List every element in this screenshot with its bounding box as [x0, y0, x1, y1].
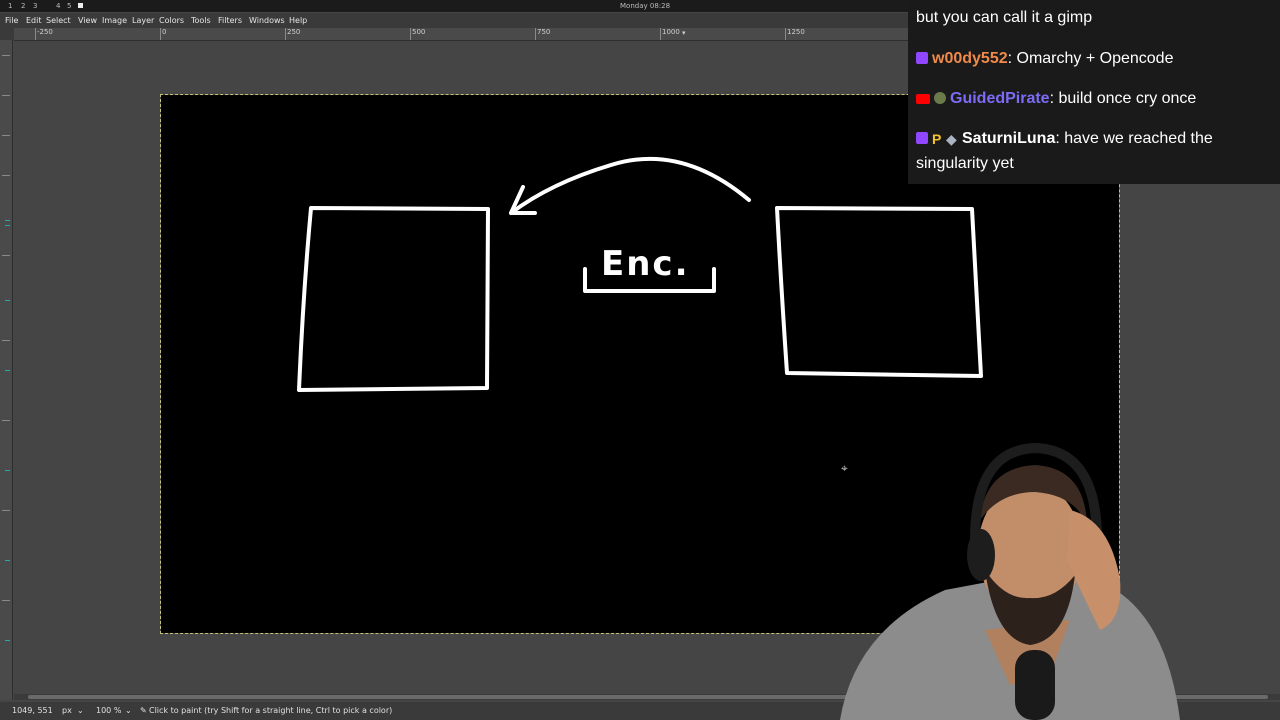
ruler-label: -250 — [37, 28, 53, 36]
chat-overlay: but you can call it a gimp w00dy552: Oma… — [908, 0, 1280, 184]
twitch-icon — [916, 52, 928, 64]
menu-image[interactable]: Image — [102, 13, 127, 28]
menu-help[interactable]: Help — [289, 13, 307, 28]
chat-message: P ◆ SaturniLuna: have we reached the singu… — [916, 126, 1213, 176]
arc-arrow-stroke — [509, 156, 751, 215]
menu-view[interactable]: View — [78, 13, 97, 28]
menu-tools[interactable]: Tools — [191, 13, 211, 28]
menu-edit[interactable]: Edit — [26, 13, 42, 28]
ruler-label: 1000 — [662, 28, 680, 36]
youtube-icon — [916, 94, 930, 104]
active-workspace-indicator — [78, 3, 83, 8]
chat-message: but you can call it a gimp — [916, 5, 1092, 30]
webcam-overlay — [840, 442, 1180, 720]
zoom-select[interactable]: 100 % — [96, 702, 121, 720]
ruler-label: 1250 — [787, 28, 805, 36]
status-hint: Click to paint (try Shift for a straight… — [149, 706, 393, 715]
ruler-label: 500 — [412, 28, 426, 36]
workspace-4[interactable]: 4 — [56, 0, 60, 12]
avatar — [934, 92, 946, 104]
menu-select[interactable]: Select — [46, 13, 71, 28]
chat-username: GuidedPirate — [950, 90, 1050, 107]
menu-colors[interactable]: Colors — [159, 13, 184, 28]
chat-username: w00dy552 — [932, 50, 1008, 67]
p-badge-icon: P — [932, 131, 942, 147]
menu-layer[interactable]: Layer — [132, 13, 154, 28]
unit-select[interactable]: px — [62, 702, 72, 720]
chat-message: GuidedPirate: build once cry once — [916, 86, 1196, 111]
diamond-badge-icon: ◆ — [946, 131, 957, 147]
chat-text: : build once cry once — [1049, 90, 1197, 107]
chat-message: w00dy552: Omarchy + Opencode — [916, 46, 1173, 71]
microphone — [1015, 650, 1055, 720]
zoom-dropdown-icon[interactable]: ⌄ — [125, 702, 132, 720]
ruler-label: 0 — [162, 28, 167, 36]
vertical-ruler[interactable] — [0, 40, 13, 700]
right-box-stroke — [775, 206, 983, 378]
twitch-icon — [916, 132, 928, 144]
ruler-label: 750 — [537, 28, 551, 36]
menu-filters[interactable]: Filters — [218, 13, 242, 28]
paintbrush-icon: ✎ — [140, 706, 147, 715]
workspace-3[interactable]: 3 — [33, 0, 37, 12]
workspace-2[interactable]: 2 — [21, 0, 25, 12]
ruler-position-marker: ▾ — [682, 29, 686, 37]
menu-windows[interactable]: Windows — [249, 13, 285, 28]
pointer-coordinates: 1049, 551 — [12, 706, 53, 715]
clock: Monday 08:28 — [620, 2, 671, 10]
annotation-text: Enc. — [601, 244, 690, 284]
menu-file[interactable]: File — [5, 13, 18, 28]
ruler-label: 250 — [287, 28, 301, 36]
unit-dropdown-icon[interactable]: ⌄ — [77, 702, 84, 720]
chat-text: singularity yet — [916, 155, 1014, 172]
chat-username: SaturniLuna — [962, 130, 1056, 147]
workspace-1[interactable]: 1 — [8, 0, 12, 12]
ruler-corner[interactable] — [0, 28, 14, 40]
menubar: File Edit Select View Image Layer Colors… — [0, 13, 910, 28]
headphone-ear — [967, 529, 995, 581]
chat-text: but you can call it a gimp — [916, 9, 1093, 26]
chat-text: : Omarchy + Opencode — [1007, 50, 1174, 67]
workspace-5[interactable]: 5 — [67, 0, 71, 12]
chat-text: : have we reached the — [1055, 130, 1213, 147]
left-box-stroke — [297, 206, 490, 392]
